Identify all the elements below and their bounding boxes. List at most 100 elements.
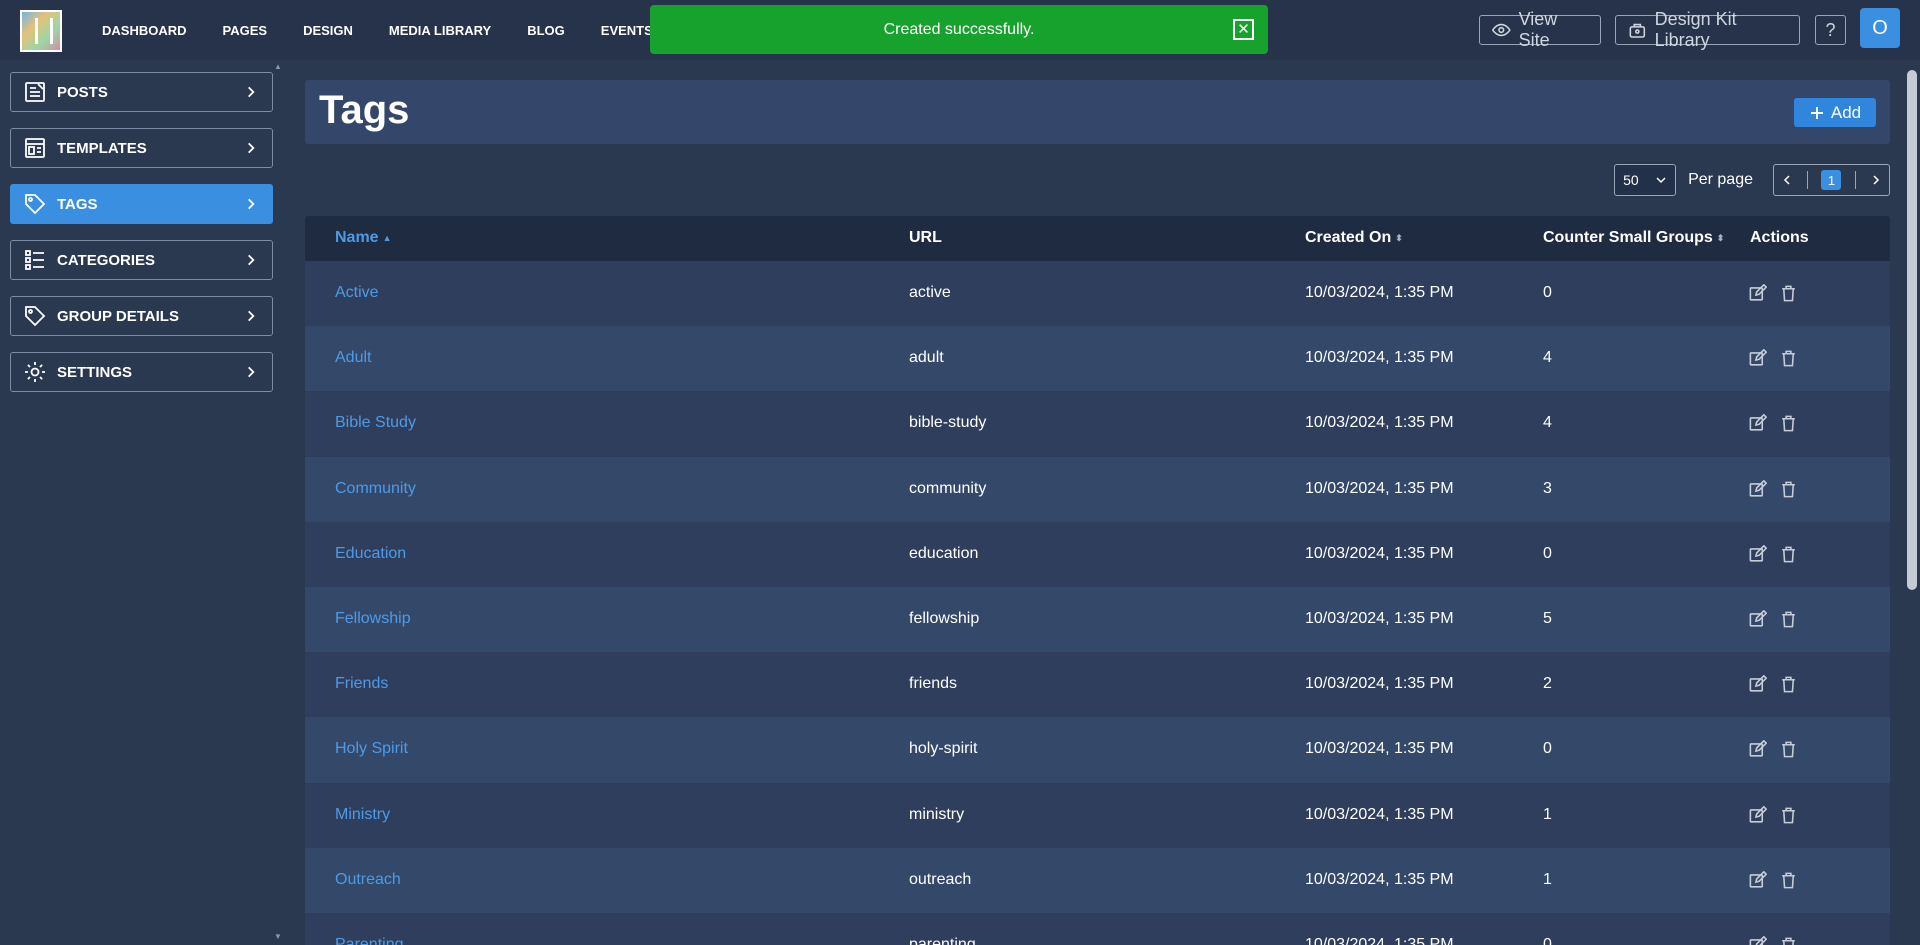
chevron-right-icon — [248, 198, 255, 210]
add-button[interactable]: Add — [1794, 98, 1876, 127]
tag-name-link[interactable]: Holy Spirit — [335, 740, 408, 758]
sidebar-item-templates[interactable]: TEMPLATES — [10, 128, 273, 168]
tag-name-link[interactable]: Outreach — [335, 871, 401, 889]
avatar[interactable]: O — [1860, 8, 1900, 48]
trash-icon[interactable] — [1779, 480, 1798, 499]
tags-table: Name ▲ URL Created On ⬍ Counter Small Gr… — [305, 216, 1890, 945]
nav-media-library[interactable]: MEDIA LIBRARY — [371, 23, 509, 38]
chevron-right-icon — [248, 142, 255, 154]
chevron-right-icon[interactable] — [1870, 174, 1882, 186]
trash-icon[interactable] — [1779, 740, 1798, 759]
sidebar-item-group-details[interactable]: GROUP DETAILS — [10, 296, 273, 336]
tag-name-link[interactable]: Ministry — [335, 806, 390, 824]
edit-icon[interactable] — [1748, 935, 1767, 945]
tag-counter: 0 — [1543, 284, 1552, 301]
tag-url: fellowship — [909, 609, 980, 627]
table-row: Outreach outreach 10/03/2024, 1:35 PM 1 — [305, 847, 1890, 913]
header-name[interactable]: Name ▲ — [335, 229, 392, 247]
trash-icon[interactable] — [1779, 871, 1798, 890]
tag-created-on: 10/03/2024, 1:35 PM — [1305, 870, 1454, 888]
tag-created-on: 10/03/2024, 1:35 PM — [1305, 740, 1454, 758]
tag-created-on: 10/03/2024, 1:35 PM — [1305, 284, 1454, 301]
tag-name-link[interactable]: Friends — [335, 675, 388, 693]
nav-design[interactable]: DESIGN — [285, 23, 371, 38]
edit-icon[interactable] — [1748, 609, 1767, 629]
header-counter[interactable]: Counter Small Groups ⬍ — [1543, 229, 1724, 247]
view-site-button[interactable]: View Site — [1479, 9, 1601, 50]
tag-name-link[interactable]: Active — [335, 284, 379, 302]
design-kit-label: Design Kit Library — [1654, 9, 1737, 50]
trash-icon[interactable] — [1779, 349, 1798, 368]
header-url-label: URL — [909, 229, 942, 246]
tag-counter: 2 — [1543, 675, 1552, 693]
edit-icon[interactable] — [1748, 675, 1767, 694]
tag-url: bible-study — [909, 414, 987, 432]
page-scrollbar[interactable] — [1907, 70, 1917, 590]
gear-icon — [25, 362, 45, 382]
tag-name-link[interactable]: Adult — [335, 349, 371, 367]
sidebar-item-label: TEMPLATES — [57, 139, 147, 157]
sidebar-item-categories[interactable]: CATEGORIES — [10, 240, 273, 280]
help-button[interactable]: ? — [1815, 15, 1846, 45]
tag-name-link[interactable]: Bible Study — [335, 414, 416, 432]
edit-icon[interactable] — [1748, 284, 1767, 303]
table-row: Fellowship fellowship 10/03/2024, 1:35 P… — [305, 586, 1890, 653]
tag-name-link[interactable]: Education — [335, 545, 406, 563]
tag-url: education — [909, 544, 979, 562]
design-kit-library-button[interactable]: Design Kit Library — [1615, 9, 1800, 50]
chevron-right-icon — [248, 310, 255, 322]
sort-asc-icon: ▲ — [382, 233, 392, 243]
top-bar: DASHBOARD PAGES DESIGN MEDIA LIBRARY BLO… — [0, 0, 1920, 60]
tag-name-link[interactable]: Parenting — [335, 936, 404, 945]
app-logo[interactable] — [20, 10, 62, 52]
table-body: Active active 10/03/2024, 1:35 PM 0 Adul… — [305, 261, 1890, 945]
table-row: Community community 10/03/2024, 1:35 PM … — [305, 456, 1890, 522]
sidebar: ▲ POSTS TEMPLATES TAGS CATEGORIES GROUP … — [0, 60, 282, 945]
page-title: Tags — [319, 88, 410, 132]
edit-icon[interactable] — [1748, 349, 1767, 368]
trash-icon[interactable] — [1779, 806, 1798, 825]
sidebar-item-posts[interactable]: POSTS — [10, 72, 273, 112]
header-counter-label: Counter Small Groups — [1543, 229, 1713, 246]
sidebar-scroll-up-icon[interactable]: ▲ — [274, 62, 282, 71]
trash-icon[interactable] — [1779, 936, 1798, 945]
nav-pages[interactable]: PAGES — [205, 23, 286, 38]
edit-icon[interactable] — [1748, 414, 1767, 433]
tag-counter: 0 — [1543, 935, 1552, 945]
close-icon[interactable]: ✕ — [1233, 19, 1254, 40]
edit-icon[interactable] — [1748, 479, 1767, 499]
pager: 1 — [1773, 164, 1890, 196]
edit-icon[interactable] — [1748, 870, 1767, 890]
nav-blog[interactable]: BLOG — [509, 23, 583, 38]
current-page[interactable]: 1 — [1821, 170, 1842, 190]
trash-icon[interactable] — [1779, 675, 1798, 694]
tag-counter: 1 — [1543, 805, 1552, 823]
tag-counter: 5 — [1543, 609, 1552, 627]
trash-icon[interactable] — [1779, 545, 1798, 564]
tag-counter: 0 — [1543, 544, 1552, 562]
tag-counter: 4 — [1543, 414, 1552, 432]
trash-icon[interactable] — [1779, 610, 1798, 629]
sort-icon: ⬍ — [1716, 232, 1725, 243]
plus-icon — [1810, 106, 1823, 119]
header-created-on[interactable]: Created On ⬍ — [1305, 229, 1403, 247]
sidebar-item-settings[interactable]: SETTINGS — [10, 352, 273, 392]
tag-name-link[interactable]: Community — [335, 480, 416, 498]
edit-icon[interactable] — [1748, 544, 1767, 564]
tag-name-link[interactable]: Fellowship — [335, 610, 411, 628]
chevron-left-icon[interactable] — [1781, 174, 1793, 186]
row-actions — [1748, 414, 1798, 433]
row-actions — [1748, 805, 1798, 825]
sidebar-scroll-down-icon[interactable]: ▼ — [274, 932, 282, 941]
header-name-label: Name — [335, 229, 379, 246]
edit-icon[interactable] — [1748, 740, 1767, 759]
sidebar-item-tags[interactable]: TAGS — [10, 184, 273, 224]
per-page-select[interactable]: 50 — [1614, 164, 1677, 196]
tag-counter: 4 — [1543, 349, 1552, 367]
tag-icon — [25, 306, 46, 327]
chevron-right-icon — [248, 86, 255, 98]
trash-icon[interactable] — [1779, 284, 1798, 303]
nav-dashboard[interactable]: DASHBOARD — [84, 23, 205, 38]
trash-icon[interactable] — [1779, 414, 1798, 433]
edit-icon[interactable] — [1748, 805, 1767, 825]
